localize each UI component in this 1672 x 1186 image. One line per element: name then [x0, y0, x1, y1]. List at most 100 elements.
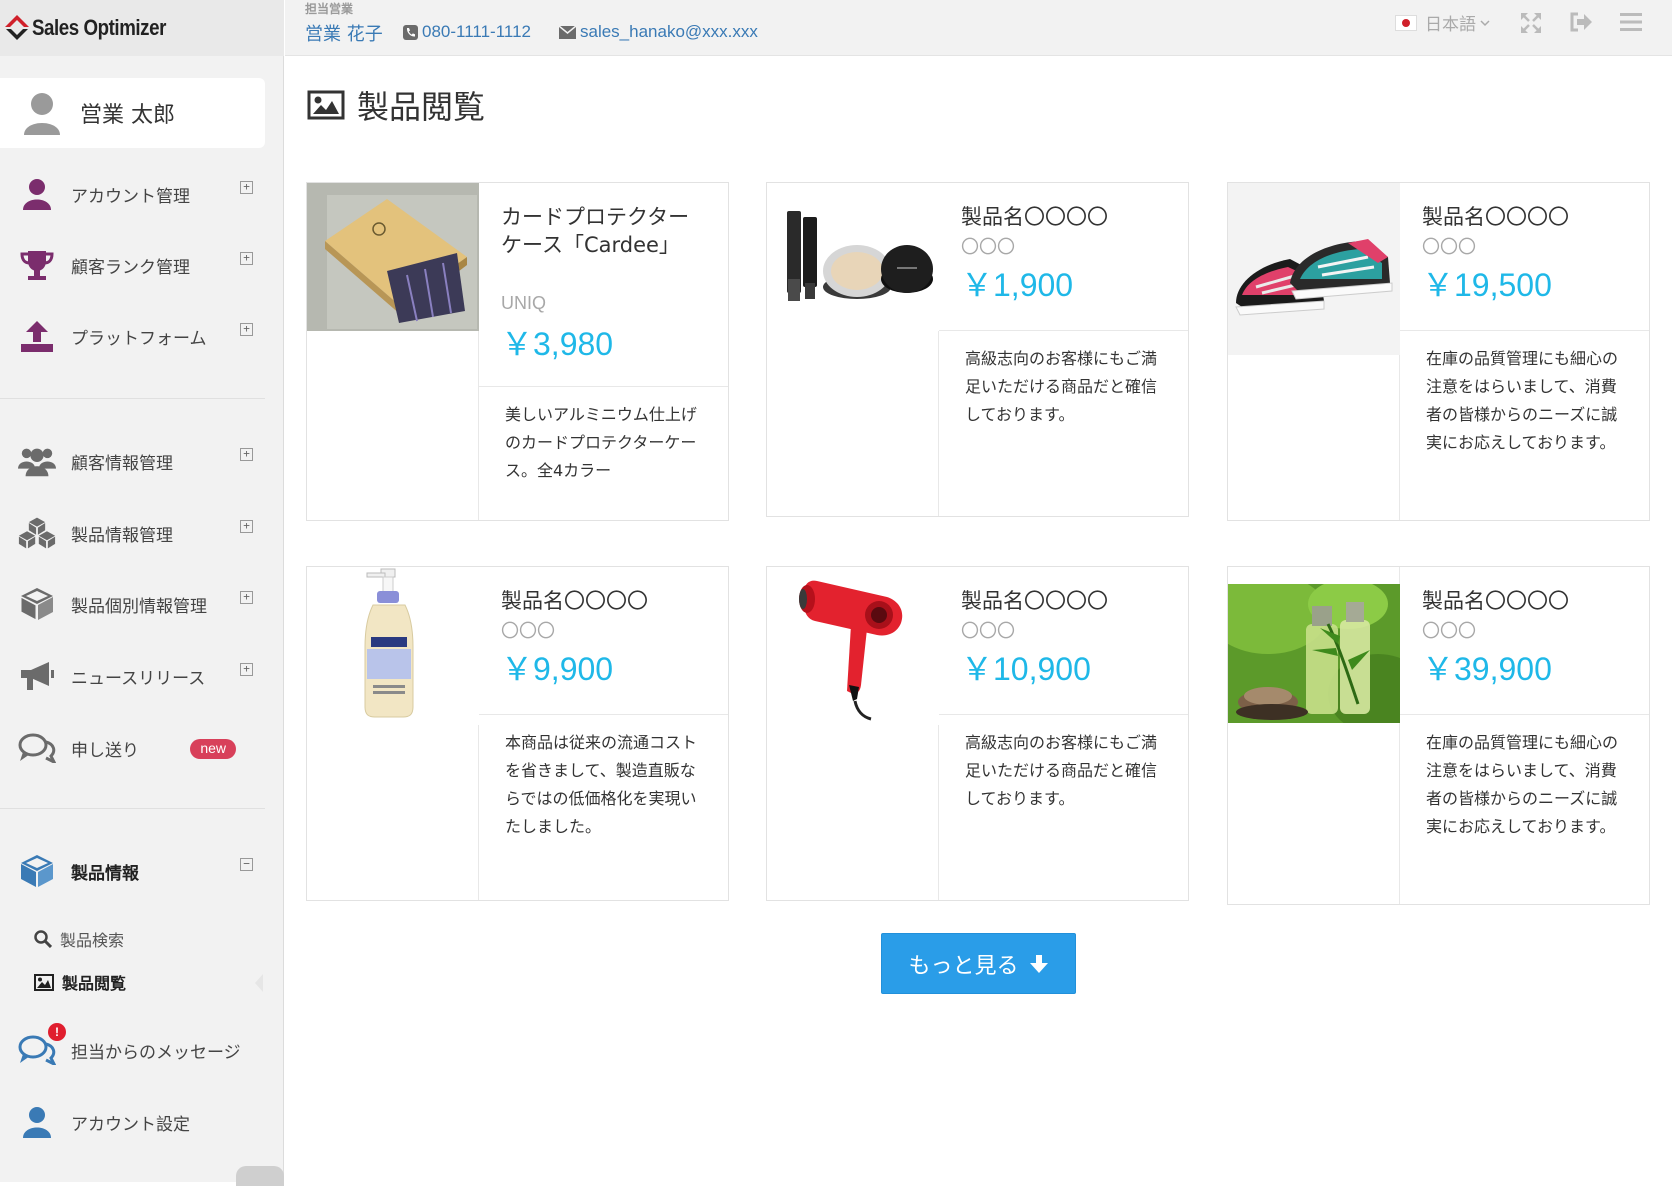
chat-icon [18, 729, 56, 767]
product-price: ￥3,980 [501, 326, 614, 362]
product-brand: 〇〇〇 [501, 621, 555, 641]
fullscreen-button[interactable] [1520, 12, 1542, 34]
expand-icon[interactable]: + [240, 448, 253, 461]
product-image[interactable] [767, 183, 939, 331]
product-description: 本商品は従来の流通コストを省きまして、製造直販ならではの低価格化を実現いたしまし… [505, 733, 698, 836]
rep-name[interactable]: 営業 花子 [305, 20, 383, 46]
collapse-icon[interactable]: − [240, 858, 253, 871]
nav-label: アカウント設定 [71, 1114, 190, 1135]
rep-email[interactable]: sales_hanako@xxx.xxx [559, 22, 758, 42]
cubes-icon [18, 514, 56, 552]
card-divider [1400, 330, 1649, 331]
expand-icon[interactable]: + [240, 323, 253, 336]
logout-button[interactable] [1569, 12, 1593, 32]
nav-label: 顧客ランク管理 [71, 257, 190, 278]
product-image[interactable] [1228, 584, 1400, 723]
trophy-icon [18, 246, 56, 284]
product-price: ￥9,900 [501, 651, 614, 687]
card-divider [479, 714, 728, 715]
language-label: 日本語 [1425, 15, 1476, 35]
expand-icon[interactable]: + [240, 663, 253, 676]
nav-handover[interactable]: 申し送り new [0, 723, 270, 773]
product-brand: 〇〇〇 [1422, 621, 1476, 641]
sub-item-label: 製品検索 [60, 931, 125, 950]
expand-icon[interactable]: + [240, 252, 253, 265]
product-card[interactable]: 製品名〇〇〇〇 〇〇〇 ￥39,900 在庫の品質管理にも細心の注意をはらいまし… [1227, 566, 1650, 905]
product-name[interactable]: 製品名〇〇〇〇 [961, 203, 1151, 231]
nav-news-release[interactable]: ニュースリリース + [0, 651, 270, 701]
product-card[interactable]: カードプロテクターケース「Cardee」 UNIQ ￥3,980 美しいアルミニ… [306, 182, 729, 521]
top-header: 担当営業 営業 花子 080-1111-1112 sales_hanako@xx… [285, 0, 1672, 56]
product-brand: 〇〇〇 [1422, 237, 1476, 257]
product-card[interactable]: 製品名〇〇〇〇 〇〇〇 ￥1,900 高級志向のお客様にもご満足いただける商品だ… [766, 182, 1189, 517]
menu-button[interactable] [1620, 12, 1642, 32]
product-image[interactable] [767, 567, 939, 725]
nav-label: プラットフォーム [71, 328, 207, 349]
product-name[interactable]: 製品名〇〇〇〇 [1422, 203, 1612, 231]
nav-label: 製品個別情報管理 [71, 596, 207, 617]
card-divider [939, 714, 1188, 715]
search-icon [34, 930, 52, 948]
chevron-down-icon [1480, 19, 1490, 27]
app-logo[interactable]: Sales Optimizer [0, 0, 284, 56]
expand-icon[interactable]: + [240, 591, 253, 604]
product-image[interactable] [307, 183, 479, 331]
sidebar-divider [0, 398, 265, 399]
product-description: 美しいアルミニウム仕上げのカードプロテクターケース。全4カラー [505, 405, 697, 480]
product-price: ￥19,500 [1422, 267, 1552, 303]
product-image[interactable] [1228, 183, 1400, 355]
nav-label: アカウント管理 [71, 186, 190, 207]
nav-customer-rank[interactable]: 顧客ランク管理 + [0, 240, 270, 290]
product-name[interactable]: 製品名〇〇〇〇 [961, 587, 1151, 615]
nav-label: 顧客情報管理 [71, 453, 173, 474]
nav-messages[interactable]: 担当からのメッセージ [0, 1025, 270, 1075]
card-divider [479, 386, 728, 387]
product-brand: 〇〇〇 [961, 621, 1015, 641]
product-card[interactable]: 製品名〇〇〇〇 〇〇〇 ￥10,900 高級志向のお客様にもご満足いただける商品… [766, 566, 1189, 901]
sub-item-product-search[interactable]: 製品検索 [34, 927, 124, 951]
nav-account-settings[interactable]: アカウント設定 [0, 1097, 270, 1147]
upload-icon [18, 317, 56, 355]
nav-account-management[interactable]: アカウント管理 + [0, 169, 270, 219]
product-description: 高級志向のお客様にもご満足いただける商品だと確信しております。 [965, 349, 1158, 424]
product-name[interactable]: 製品名〇〇〇〇 [501, 587, 691, 615]
nav-platform[interactable]: プラットフォーム + [0, 311, 270, 361]
load-more-button[interactable]: もっと見る [881, 933, 1076, 994]
nav-customer-info[interactable]: 顧客情報管理 + [0, 436, 270, 486]
user-icon [18, 175, 56, 213]
language-selector[interactable]: 日本語 [1395, 10, 1490, 35]
product-price: ￥1,900 [961, 267, 1074, 303]
new-badge: new [190, 739, 236, 759]
product-card[interactable]: 製品名〇〇〇〇 〇〇〇 ￥9,900 本商品は従来の流通コストを省きまして、製造… [306, 566, 729, 901]
rep-phone[interactable]: 080-1111-1112 [403, 22, 531, 42]
sidebar-collapse-handle[interactable] [255, 974, 263, 992]
user-profile[interactable]: 営業 太郎 [0, 78, 265, 148]
logo-text: Sales Optimizer [32, 15, 166, 40]
avatar-icon [22, 91, 62, 135]
product-name[interactable]: カードプロテクターケース「Cardee」 [501, 203, 691, 259]
product-image[interactable] [307, 567, 479, 725]
nav-label: 申し送り [71, 740, 139, 761]
sidebar-divider [0, 808, 265, 809]
product-card[interactable]: 製品名〇〇〇〇 〇〇〇 ￥19,500 在庫の品質管理にも細心の注意をはらいまし… [1227, 182, 1650, 521]
nav-product-info-open[interactable]: 製品情報 − [0, 846, 270, 896]
expand-icon[interactable]: + [240, 520, 253, 533]
product-brand: 〇〇〇 [961, 237, 1015, 257]
product-description: 在庫の品質管理にも細心の注意をはらいまして、消費者の皆様からのニーズに誠実にお応… [1426, 733, 1619, 836]
user-name: 営業 太郎 [80, 103, 175, 128]
envelope-icon [559, 25, 576, 39]
product-name[interactable]: 製品名〇〇〇〇 [1422, 587, 1612, 615]
sidebar: Sales Optimizer 営業 太郎 アカウント管理 + 顧客ランク管理 … [0, 0, 284, 1186]
sign-out-icon [1569, 12, 1593, 32]
email-address: sales_hanako@xxx.xxx [580, 22, 758, 41]
nav-label: 担当からのメッセージ [71, 1042, 241, 1063]
nav-product-info[interactable]: 製品情報管理 + [0, 508, 270, 558]
phone-icon [403, 24, 418, 40]
nav-label: 製品情報 [71, 863, 139, 884]
hamburger-icon [1620, 12, 1642, 32]
expand-icon[interactable]: + [240, 181, 253, 194]
sidebar-toggle-tab[interactable] [236, 1166, 284, 1186]
nav-product-individual[interactable]: 製品個別情報管理 + [0, 579, 270, 629]
sub-item-product-browse[interactable]: 製品閲覧 [34, 970, 126, 994]
phone-number: 080-1111-1112 [422, 22, 532, 41]
